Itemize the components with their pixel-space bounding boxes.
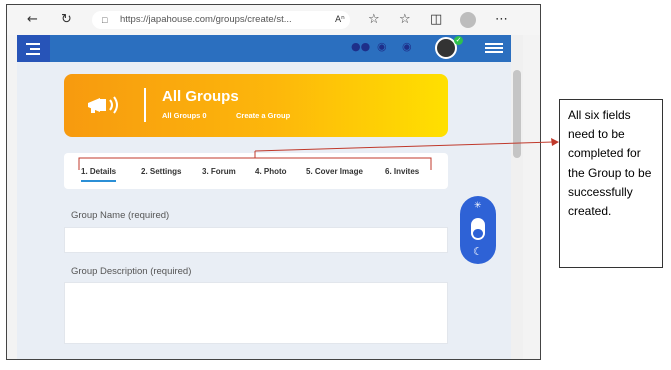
annotation-text: All six fields need to be completed for … [568, 108, 652, 219]
tabs-bracket [78, 157, 432, 170]
callout-arrowhead [551, 138, 559, 146]
callout-arrow-line [254, 141, 554, 152]
annotation-callout: All six fields need to be completed for … [559, 99, 663, 268]
